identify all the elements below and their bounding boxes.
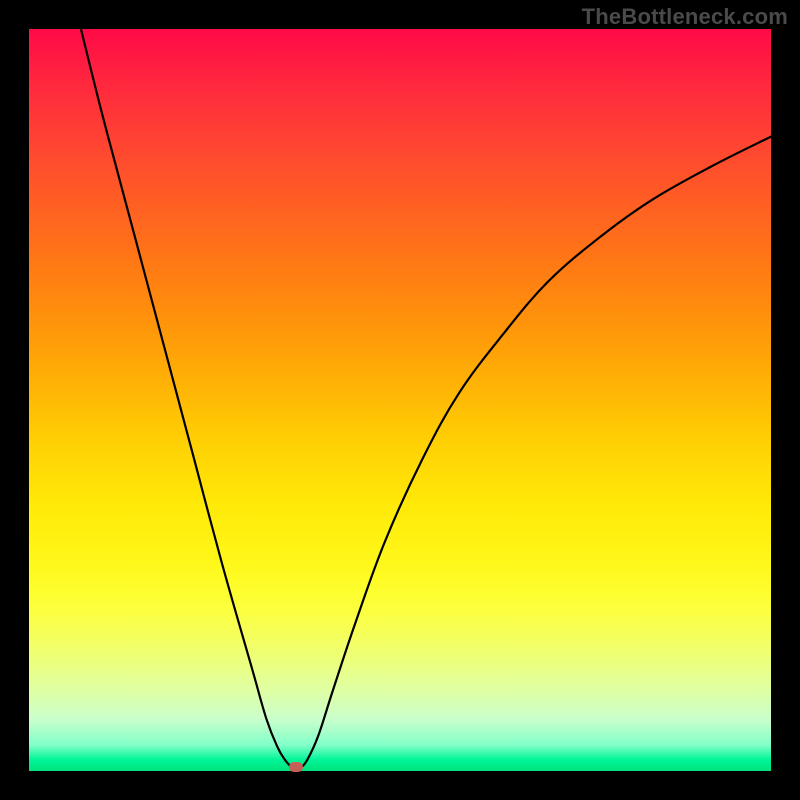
curve-right-branch — [296, 137, 771, 771]
bottleneck-curve — [29, 29, 771, 771]
curve-left-branch — [81, 29, 296, 771]
plot-area — [29, 29, 771, 771]
watermark-text: TheBottleneck.com — [582, 4, 788, 30]
optimal-point-marker — [289, 762, 303, 772]
